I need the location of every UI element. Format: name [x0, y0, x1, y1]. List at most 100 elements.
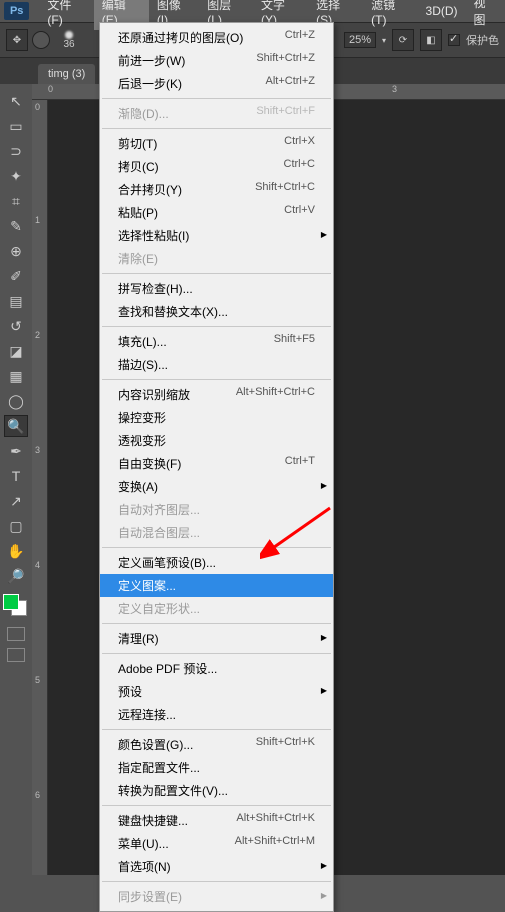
menu-item-7[interactable]: 拷贝(C)Ctrl+C [100, 155, 333, 178]
menu-separator [102, 98, 331, 99]
menu-item-label: 定义画笔预设(B)... [118, 554, 216, 571]
menu-item-label: 键盘快捷键... [118, 812, 188, 829]
menu-separator [102, 273, 331, 274]
menu-item-31[interactable]: 清理(R) [100, 627, 333, 650]
brush-mode-icon[interactable] [32, 31, 50, 49]
ruler-v-tick: 5 [35, 675, 40, 685]
blur-tool-icon[interactable]: ◯ [4, 390, 28, 412]
wand-tool-icon[interactable]: ✦ [4, 165, 28, 187]
flow-icon[interactable]: ⟳ [392, 29, 414, 51]
move-tool-icon[interactable]: ↖ [4, 90, 28, 112]
menu-item-1[interactable]: 前进一步(W)Shift+Ctrl+Z [100, 49, 333, 72]
menu-item-38[interactable]: 指定配置文件... [100, 756, 333, 779]
menu-item-21[interactable]: 透视变形 [100, 429, 333, 452]
airbrush-icon[interactable]: ◧ [420, 29, 442, 51]
protect-checkbox[interactable] [448, 34, 460, 46]
menu-item-9[interactable]: 粘贴(P)Ctrl+V [100, 201, 333, 224]
menu-item-label: 拼写检查(H)... [118, 280, 193, 297]
menu-item-label: 定义自定形状... [118, 600, 200, 617]
menu-item-label: 合并拷贝(Y) [118, 181, 182, 198]
menu-item-label: 菜单(U)... [118, 835, 169, 852]
menu-separator [102, 326, 331, 327]
menu-separator [102, 547, 331, 548]
menu-item-23[interactable]: 变换(A) [100, 475, 333, 498]
menu-3d[interactable]: 3D(D) [418, 1, 466, 21]
menu-item-28[interactable]: 定义图案... [100, 574, 333, 597]
menu-item-shortcut: Ctrl+Z [285, 29, 315, 46]
color-swatches[interactable] [3, 594, 29, 620]
shape-tool-icon[interactable]: ▢ [4, 515, 28, 537]
menu-item-41[interactable]: 键盘快捷键...Alt+Shift+Ctrl+K [100, 809, 333, 832]
protect-label: 保护色 [466, 32, 499, 48]
menu-filter[interactable]: 滤镜(T) [363, 0, 417, 30]
tool-preset-icon[interactable]: ✥ [6, 29, 28, 51]
menu-item-label: 清除(E) [118, 250, 158, 267]
tools-panel: ↖ ▭ ⊃ ✦ ⌗ ✎ ⊕ ✐ ▤ ↺ ◪ ▦ ◯ 🔍 ✒ T ↗ ▢ ✋ 🔎 [0, 84, 32, 875]
ruler-v-tick: 0 [35, 102, 40, 112]
brush-tool-icon[interactable]: ✐ [4, 265, 28, 287]
menu-item-17[interactable]: 描边(S)... [100, 353, 333, 376]
opacity-value[interactable]: 25% [344, 32, 376, 48]
gradient-tool-icon[interactable]: ▦ [4, 365, 28, 387]
menu-item-37[interactable]: 颜色设置(G)...Shift+Ctrl+K [100, 733, 333, 756]
marquee-tool-icon[interactable]: ▭ [4, 115, 28, 137]
app-logo: Ps [4, 2, 29, 20]
menubar: Ps 文件(F) 编辑(E) 图像(I) 图层(L) 文字(Y) 选择(S) 滤… [0, 0, 505, 22]
lasso-tool-icon[interactable]: ⊃ [4, 140, 28, 162]
menu-view[interactable]: 视图 [466, 0, 505, 31]
menu-item-label: 同步设置(E) [118, 888, 182, 905]
type-tool-icon[interactable]: T [4, 465, 28, 487]
menu-item-label: 还原通过拷贝的图层(O) [118, 29, 243, 46]
menu-separator [102, 623, 331, 624]
menu-item-33[interactable]: Adobe PDF 预设... [100, 657, 333, 680]
ruler-vertical: 0 1 2 3 4 5 6 [32, 100, 48, 875]
path-tool-icon[interactable]: ↗ [4, 490, 28, 512]
menu-item-19[interactable]: 内容识别缩放Alt+Shift+Ctrl+C [100, 383, 333, 406]
menu-item-label: 查找和替换文本(X)... [118, 303, 228, 320]
menu-item-13[interactable]: 拼写检查(H)... [100, 277, 333, 300]
hand-tool-icon[interactable]: ✋ [4, 540, 28, 562]
menu-item-label: 远程连接... [118, 706, 176, 723]
ruler-h-tick: 3 [392, 84, 397, 94]
menu-item-35[interactable]: 远程连接... [100, 703, 333, 726]
menu-item-6[interactable]: 剪切(T)Ctrl+X [100, 132, 333, 155]
quickmask-icon[interactable] [7, 627, 25, 641]
menu-item-2[interactable]: 后退一步(K)Alt+Ctrl+Z [100, 72, 333, 95]
menu-item-45: 同步设置(E) [100, 885, 333, 908]
dodge-tool-icon[interactable]: 🔍 [4, 415, 28, 437]
menu-item-39[interactable]: 转换为配置文件(V)... [100, 779, 333, 802]
menu-separator [102, 729, 331, 730]
crop-tool-icon[interactable]: ⌗ [4, 190, 28, 212]
document-tab[interactable]: timg (3) [38, 64, 95, 84]
menu-item-shortcut: Ctrl+C [284, 158, 315, 175]
pen-tool-icon[interactable]: ✒ [4, 440, 28, 462]
menu-item-label: 内容识别缩放 [118, 386, 190, 403]
history-brush-tool-icon[interactable]: ↺ [4, 315, 28, 337]
foreground-swatch[interactable] [3, 594, 19, 610]
zoom-tool-icon[interactable]: 🔎 [4, 565, 28, 587]
stamp-tool-icon[interactable]: ▤ [4, 290, 28, 312]
menu-item-16[interactable]: 填充(L)...Shift+F5 [100, 330, 333, 353]
menu-item-22[interactable]: 自由变换(F)Ctrl+T [100, 452, 333, 475]
menu-item-34[interactable]: 预设 [100, 680, 333, 703]
menu-item-14[interactable]: 查找和替换文本(X)... [100, 300, 333, 323]
menu-item-label: 转换为配置文件(V)... [118, 782, 228, 799]
eyedropper-tool-icon[interactable]: ✎ [4, 215, 28, 237]
menu-item-20[interactable]: 操控变形 [100, 406, 333, 429]
menu-item-10[interactable]: 选择性粘贴(I) [100, 224, 333, 247]
brush-preview[interactable]: 36 [54, 26, 84, 54]
menu-item-27[interactable]: 定义画笔预设(B)... [100, 551, 333, 574]
menu-item-label: 填充(L)... [118, 333, 167, 350]
screenmode-icon[interactable] [7, 648, 25, 662]
eraser-tool-icon[interactable]: ◪ [4, 340, 28, 362]
menu-item-11: 清除(E) [100, 247, 333, 270]
menu-item-0[interactable]: 还原通过拷贝的图层(O) Ctrl+Z [100, 26, 333, 49]
menu-item-42[interactable]: 菜单(U)...Alt+Shift+Ctrl+M [100, 832, 333, 855]
menu-item-label: 变换(A) [118, 478, 158, 495]
dropdown-caret-icon[interactable]: ▾ [382, 36, 386, 45]
menu-item-24: 自动对齐图层... [100, 498, 333, 521]
heal-tool-icon[interactable]: ⊕ [4, 240, 28, 262]
menu-item-8[interactable]: 合并拷贝(Y)Shift+Ctrl+C [100, 178, 333, 201]
menu-item-label: 渐隐(D)... [118, 105, 169, 122]
menu-item-label: 选择性粘贴(I) [118, 227, 189, 244]
